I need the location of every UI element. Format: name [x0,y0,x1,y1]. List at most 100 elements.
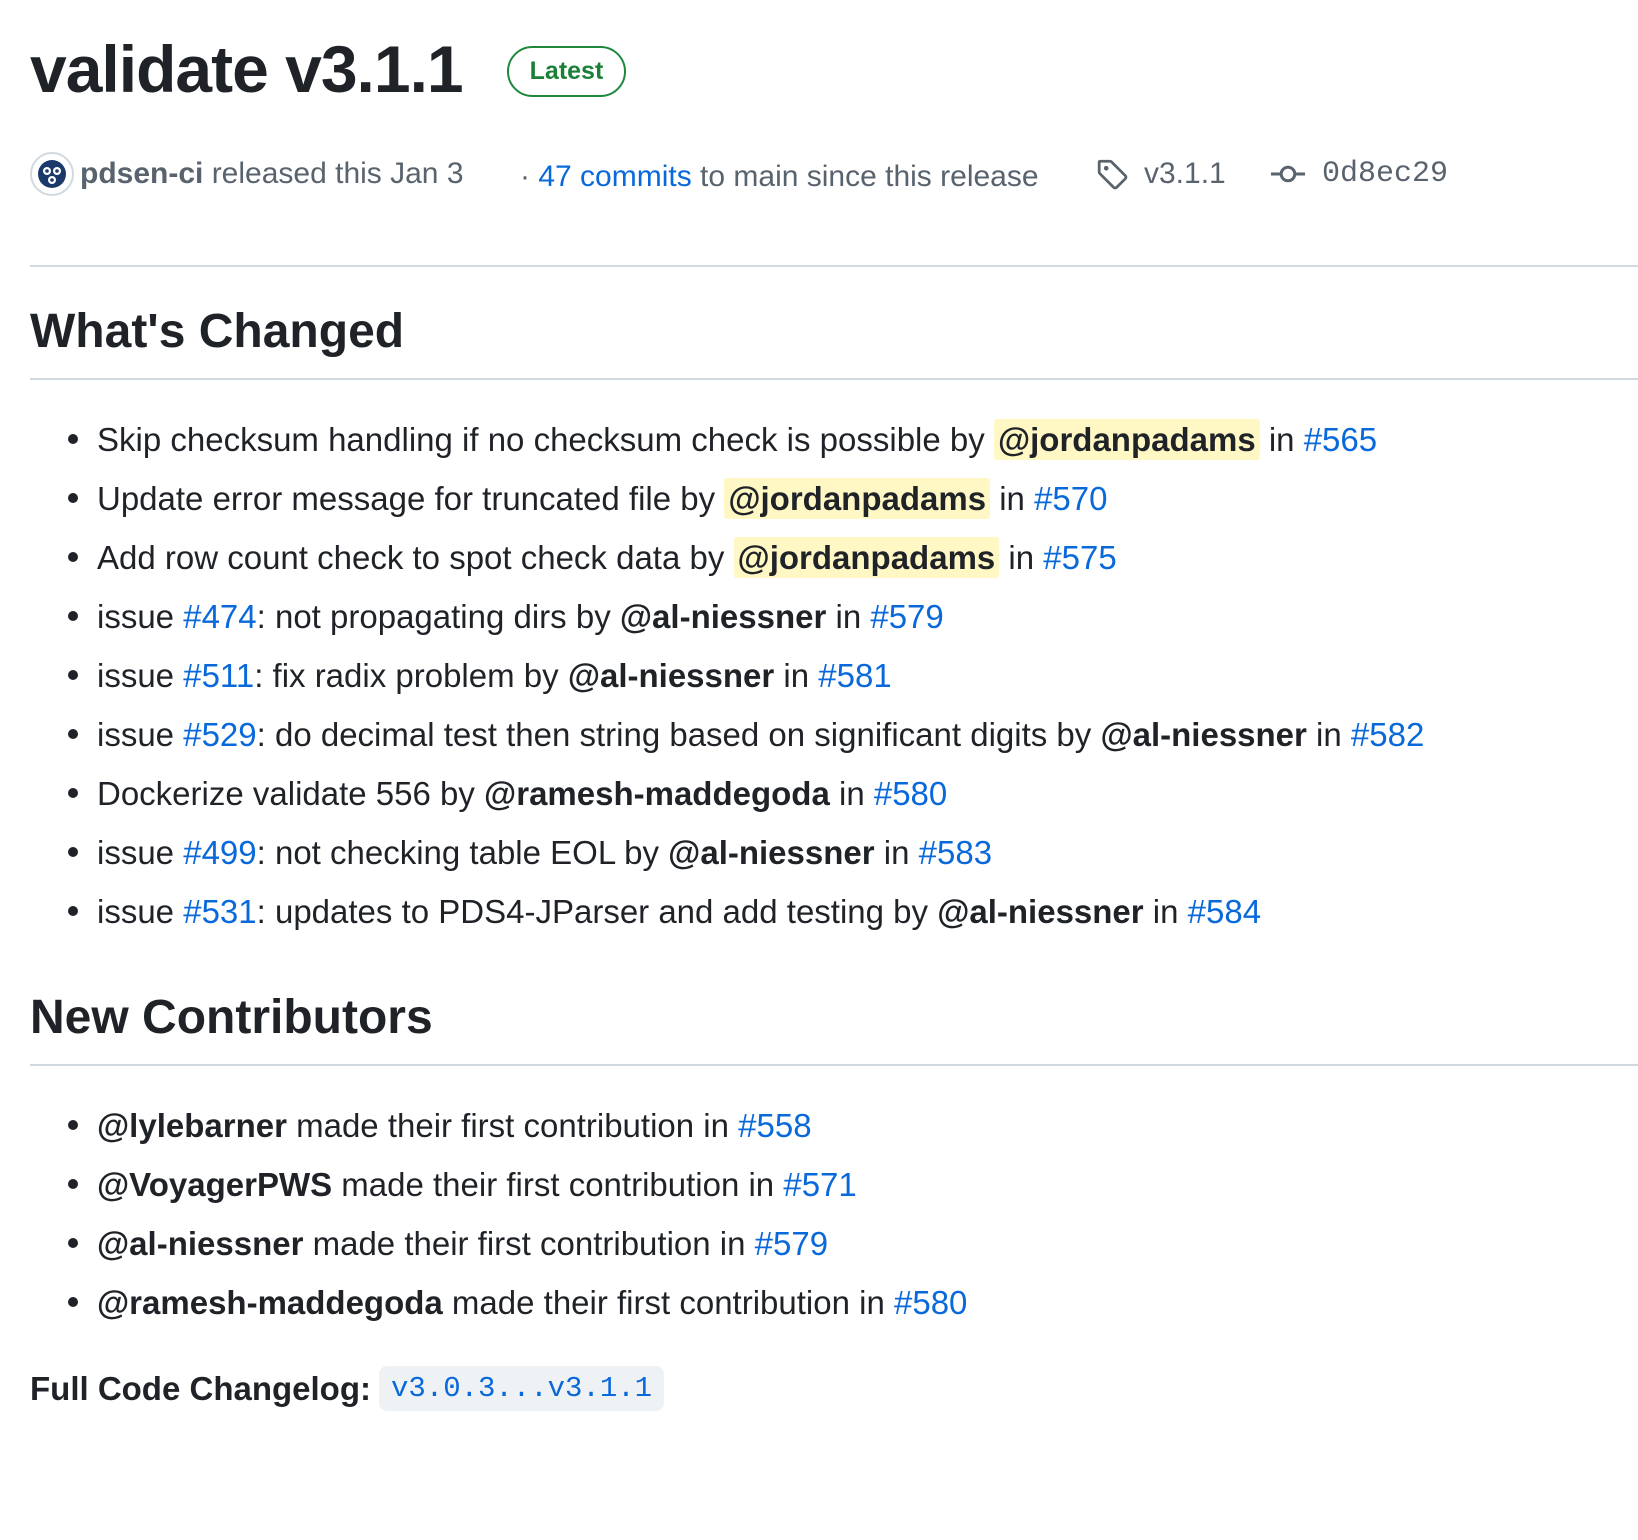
item-text: Dockerize validate 556 by [97,775,485,812]
pull-request-link[interactable]: #581 [818,657,891,694]
user-mention[interactable]: @jordanpadams [993,419,1260,460]
item-prefix: issue [97,716,184,753]
bullet [68,434,78,444]
pull-request-link[interactable]: #579 [755,1225,828,1262]
bullet [68,847,78,857]
item-prefix: issue [97,598,184,635]
list-item: issue #499: not checking table EOL by @a… [0,823,1638,882]
item-in-text: in [1143,893,1188,930]
pull-request-link[interactable]: #580 [894,1284,967,1321]
pull-request-link[interactable]: #558 [738,1107,811,1144]
issue-link[interactable]: #529 [183,716,256,753]
item-text: Add row count check to spot check data b… [97,539,734,576]
item-text: made their first contribution in [442,1284,894,1321]
issue-link[interactable]: #511 [183,657,254,694]
item-text: Update error message for truncated file … [97,480,725,517]
item-in-text: in [990,480,1035,517]
commits-link[interactable]: 47 commits [538,160,691,193]
user-mention[interactable]: @al-niessner [568,657,774,694]
tag-name: v3.1.1 [1144,157,1226,190]
item-in-text: in [774,657,819,694]
pull-request-link[interactable]: #580 [874,775,947,812]
bullet [68,1120,78,1130]
issue-link[interactable]: #474 [183,598,256,635]
whats-changed-divider [30,378,1638,380]
item-in-text: in [826,598,871,635]
commits-separator: · [520,160,539,193]
issue-link[interactable]: #531 [183,893,256,930]
list-item: Dockerize validate 556 by @ramesh-maddeg… [0,764,1638,823]
user-mention[interactable]: @jordanpadams [733,537,1000,578]
whats-changed-list: Skip checksum handling if no checksum ch… [0,410,1638,941]
list-item: issue #511: fix radix problem by @al-nie… [0,646,1638,705]
pull-request-link[interactable]: #579 [870,598,943,635]
list-item: issue #529: do decimal test then string … [0,705,1638,764]
item-in-text: in [999,539,1044,576]
release-title[interactable]: validate v3.1.1 [30,26,464,112]
changelog-compare-link[interactable]: v3.0.3...v3.1.1 [378,1366,665,1411]
user-mention[interactable]: @al-niessner [1100,716,1306,753]
user-mention[interactable]: @al-niessner [668,834,874,871]
user-mention[interactable]: @al-niessner [620,598,826,635]
commits-suffix: to main since this release [691,160,1039,193]
list-item: Add row count check to spot check data b… [0,528,1638,587]
tag-link[interactable]: v3.1.1 [1096,156,1226,192]
commit-link[interactable]: 0d8ec29 [1270,156,1448,192]
item-text: : not checking table EOL by [256,834,669,871]
bullet [68,906,78,916]
bullet [68,493,78,503]
bullet [68,552,78,562]
header-divider [30,265,1638,267]
octocat-avatar-icon[interactable] [30,152,74,196]
user-mention[interactable]: @ramesh-maddegoda [484,775,830,812]
git-commit-icon [1271,165,1305,183]
author-line: pdsen-ci released this Jan 3 [80,156,464,192]
item-text: made their first contribution in [286,1107,739,1144]
user-mention[interactable]: @lylebarner [97,1107,287,1144]
tag-icon [1097,159,1128,190]
item-in-text: in [1306,716,1351,753]
bullet [68,1238,78,1248]
user-mention[interactable]: @jordanpadams [724,478,991,519]
list-item: @VoyagerPWS made their first contributio… [0,1155,1638,1214]
item-text: made their first contribution in [303,1225,755,1262]
bullet [68,1297,78,1307]
bullet [68,788,78,798]
pull-request-link[interactable]: #575 [1043,539,1116,576]
pull-request-link[interactable]: #584 [1188,893,1261,930]
release-page: validate v3.1.1 Latest pdsen-ci released… [0,0,1638,1540]
bullet [68,611,78,621]
user-mention[interactable]: @VoyagerPWS [97,1166,332,1203]
release-meta: pdsen-ci released this Jan 3 · 47 commit… [30,152,1630,202]
pull-request-link[interactable]: #570 [1034,480,1107,517]
pull-request-link[interactable]: #582 [1351,716,1424,753]
pull-request-link[interactable]: #565 [1304,421,1377,458]
latest-badge: Latest [506,45,627,97]
pull-request-link[interactable]: #583 [919,834,992,871]
item-text: Skip checksum handling if no checksum ch… [97,421,994,458]
commit-sha: 0d8ec29 [1322,157,1449,191]
item-in-text: in [1259,421,1304,458]
item-prefix: issue [97,834,184,871]
pull-request-link[interactable]: #571 [783,1166,856,1203]
item-prefix: issue [97,893,184,930]
new-contributors-divider [30,1064,1638,1066]
released-text: released this Jan 3 [203,157,464,190]
user-mention[interactable]: @al-niessner [937,893,1143,930]
issue-link[interactable]: #499 [183,834,256,871]
item-text: : fix radix problem by [254,657,568,694]
release-header: validate v3.1.1 Latest [30,26,627,112]
list-item: issue #531: updates to PDS4-JParser and … [0,882,1638,941]
item-text: made their first contribution in [332,1166,784,1203]
user-mention[interactable]: @al-niessner [97,1225,303,1262]
user-mention[interactable]: @ramesh-maddegoda [97,1284,443,1321]
list-item: @ramesh-maddegoda made their first contr… [0,1273,1638,1332]
list-item: Skip checksum handling if no checksum ch… [0,410,1638,469]
whats-changed-heading: What's Changed [30,305,405,358]
list-item: Update error message for truncated file … [0,469,1638,528]
item-text: : do decimal test then string based on s… [256,716,1101,753]
bullet [68,729,78,739]
bullet [68,670,78,680]
author-link[interactable]: pdsen-ci [80,157,203,190]
full-changelog-label: Full Code Changelog: [30,1369,371,1407]
